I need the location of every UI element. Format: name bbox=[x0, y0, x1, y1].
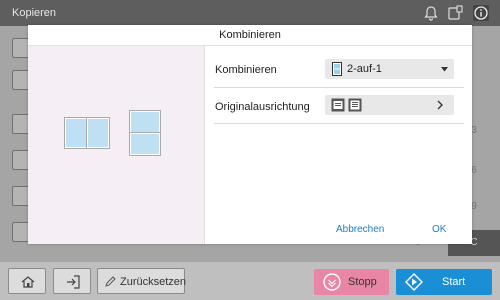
start-icon bbox=[405, 273, 423, 291]
top-bar: Kopieren bbox=[0, 0, 500, 26]
chevron-right-icon bbox=[437, 100, 443, 110]
stop-button-label: Stopp bbox=[348, 276, 377, 288]
orientation-icon bbox=[331, 98, 345, 112]
device-status-icon[interactable] bbox=[446, 4, 464, 22]
combine-select-value: 2-auf-1 bbox=[347, 63, 382, 75]
combine-select[interactable]: 2-auf-1 bbox=[325, 59, 454, 79]
start-button-label: Start bbox=[442, 276, 466, 288]
stop-button[interactable]: Stopp bbox=[314, 269, 389, 295]
app-title: Kopieren bbox=[12, 7, 57, 19]
two-in-one-icon bbox=[332, 62, 342, 76]
combine-dialog: Kombinieren Kombinieren 2-auf-1 Original… bbox=[28, 25, 472, 244]
reset-button[interactable]: Zurücksetzen bbox=[97, 268, 187, 294]
home-button[interactable] bbox=[8, 268, 46, 294]
layout-preview bbox=[28, 46, 205, 244]
reset-button-label: Zurücksetzen bbox=[120, 276, 187, 288]
orientation-select[interactable] bbox=[325, 95, 454, 115]
cancel-button[interactable]: Abbrechen bbox=[336, 224, 384, 235]
dropdown-arrow-icon bbox=[441, 67, 448, 72]
combine-label: Kombinieren bbox=[215, 64, 277, 76]
preview-page-bottom bbox=[130, 133, 160, 155]
preview-page-right bbox=[87, 118, 109, 148]
pen-icon bbox=[105, 276, 116, 287]
row-divider bbox=[214, 123, 464, 124]
login-icon bbox=[67, 275, 80, 289]
bell-icon[interactable] bbox=[422, 4, 440, 22]
home-icon bbox=[21, 276, 35, 288]
row-divider bbox=[214, 87, 464, 88]
orientation-label: Originalausrichtung bbox=[215, 101, 310, 113]
start-button[interactable]: Start bbox=[396, 269, 492, 295]
preview-page-top bbox=[130, 111, 160, 133]
info-icon[interactable] bbox=[472, 4, 490, 22]
stop-icon bbox=[323, 273, 341, 291]
page-orientation-icon bbox=[348, 98, 362, 112]
login-button[interactable] bbox=[53, 268, 91, 294]
preview-page-left bbox=[65, 118, 87, 148]
dialog-title: Kombinieren bbox=[28, 25, 472, 46]
ok-button[interactable]: OK bbox=[432, 224, 446, 235]
